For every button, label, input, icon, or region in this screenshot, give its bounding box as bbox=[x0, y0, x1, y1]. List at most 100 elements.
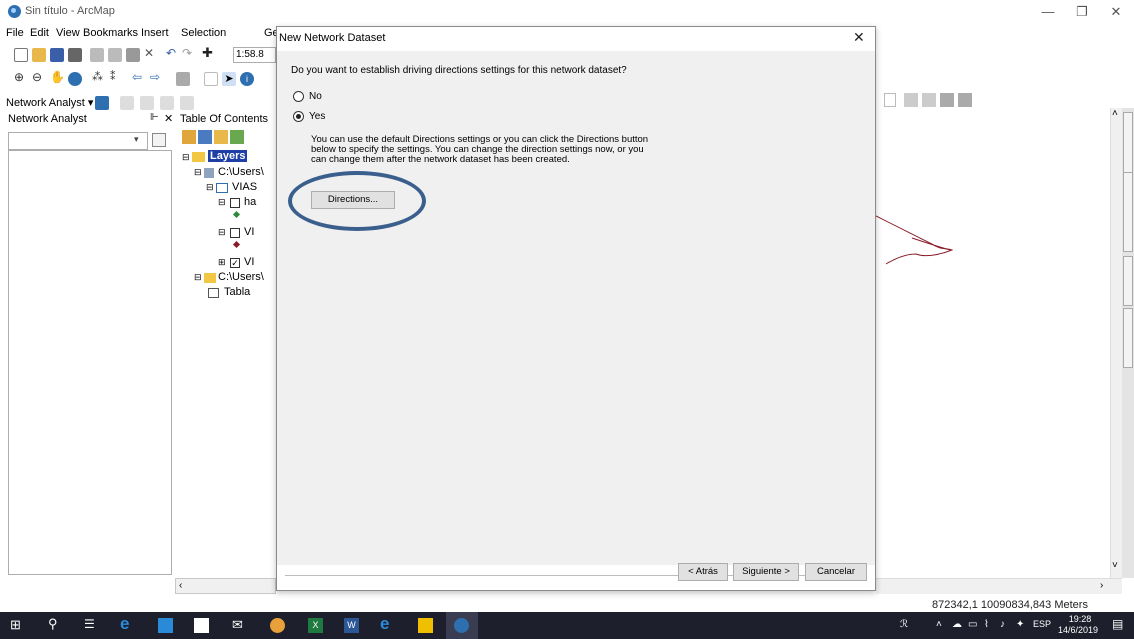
restore-button[interactable]: ❐ bbox=[1070, 2, 1094, 22]
minimize-button[interactable]: — bbox=[1036, 2, 1060, 22]
store-icon[interactable] bbox=[194, 618, 209, 633]
toc-layer-item[interactable]: VI bbox=[244, 256, 254, 268]
map-scale-input[interactable]: 1:58.8 bbox=[233, 47, 276, 63]
identify-icon[interactable]: i bbox=[240, 72, 254, 86]
expand-icon[interactable]: ⊟ bbox=[182, 152, 190, 163]
toc-layer-item[interactable]: ha bbox=[244, 196, 256, 208]
print-icon[interactable] bbox=[68, 48, 82, 62]
menu-file[interactable]: File bbox=[6, 27, 24, 39]
radio-yes-label[interactable]: Yes bbox=[309, 111, 325, 122]
layer-visibility-checkbox[interactable] bbox=[230, 228, 240, 238]
zoom-in-icon[interactable]: ⊕ bbox=[14, 70, 28, 84]
network-analyst-window-icon[interactable] bbox=[95, 96, 109, 110]
dock-tab[interactable] bbox=[1123, 172, 1133, 252]
radio-yes[interactable] bbox=[293, 111, 304, 122]
cancel-button[interactable]: Cancelar bbox=[805, 563, 867, 581]
solve-icon[interactable] bbox=[120, 96, 134, 110]
network-analyst-dropdown[interactable]: Network Analyst ▾ bbox=[6, 96, 93, 109]
fixed-zoom-in-icon[interactable]: ⁂ bbox=[92, 70, 106, 84]
paste-icon[interactable] bbox=[126, 48, 140, 62]
toc-workspace-item[interactable]: C:\Users\ bbox=[218, 166, 264, 178]
expand-icon[interactable]: ⊟ bbox=[194, 167, 202, 178]
layer-visibility-checkbox[interactable] bbox=[230, 198, 240, 208]
toc-vias-item[interactable]: VIAS bbox=[232, 181, 257, 193]
expand-icon[interactable]: ⊟ bbox=[218, 197, 226, 208]
menu-edit[interactable]: Edit bbox=[30, 27, 49, 39]
map-horizontal-scrollbar[interactable]: › bbox=[876, 578, 1122, 594]
layer-visibility-checkbox-checked[interactable]: ✓ bbox=[230, 258, 240, 268]
chevron-down-icon[interactable]: ▾ bbox=[134, 134, 139, 145]
file-explorer-icon[interactable] bbox=[158, 618, 173, 633]
wifi-icon[interactable]: ⌇ bbox=[984, 619, 999, 634]
save-icon[interactable] bbox=[50, 48, 64, 62]
fixed-zoom-out-icon[interactable]: ⁑ bbox=[110, 70, 124, 84]
chevron-up-icon[interactable]: ˄ bbox=[1112, 108, 1118, 119]
horizontal-scrollbar[interactable]: ‹ bbox=[175, 578, 276, 594]
menu-view[interactable]: View bbox=[56, 27, 80, 39]
layout-view-icon[interactable] bbox=[904, 93, 918, 107]
clock-time[interactable]: 19:28 bbox=[1060, 614, 1100, 624]
list-by-visibility-icon[interactable] bbox=[214, 130, 228, 144]
dialog-close-icon[interactable]: ✕ bbox=[853, 29, 865, 46]
battery-icon[interactable]: ▭ bbox=[968, 619, 983, 634]
copy-icon[interactable] bbox=[108, 48, 122, 62]
people-icon[interactable]: ℛ bbox=[900, 619, 915, 634]
chrome-icon[interactable] bbox=[270, 618, 285, 633]
close-window-button[interactable]: ✕ bbox=[1104, 2, 1128, 22]
toc-layer-item[interactable]: VI bbox=[244, 226, 254, 238]
expand-icon[interactable]: ⊟ bbox=[206, 182, 214, 193]
undo-icon[interactable]: ↶ bbox=[166, 46, 180, 60]
map-view[interactable] bbox=[875, 108, 1112, 578]
dock-tab[interactable] bbox=[1123, 308, 1133, 368]
list-by-source-icon[interactable] bbox=[198, 130, 212, 144]
expand-icon[interactable]: ⊟ bbox=[194, 272, 202, 283]
clear-selection-icon[interactable] bbox=[204, 72, 218, 86]
add-data-icon[interactable]: ✚ bbox=[202, 45, 216, 60]
cut-icon[interactable] bbox=[90, 48, 104, 62]
zoom-out-icon[interactable]: ⊖ bbox=[32, 70, 46, 84]
back-button[interactable]: < Atrás bbox=[678, 563, 728, 581]
expand-icon[interactable]: ⊟ bbox=[218, 227, 226, 238]
task-view-icon[interactable]: ☰ bbox=[84, 617, 99, 632]
pan-icon[interactable]: ✋ bbox=[50, 70, 65, 84]
zoom-whole-page-icon[interactable] bbox=[940, 93, 954, 107]
chevron-left-icon[interactable]: ‹ bbox=[179, 580, 182, 591]
menu-selection[interactable]: Selection bbox=[181, 27, 226, 39]
toc-folder-item[interactable]: C:\Users\ bbox=[218, 271, 264, 283]
internet-explorer-icon[interactable]: e bbox=[120, 614, 135, 633]
close-panel-icon[interactable]: ✕ bbox=[164, 112, 173, 125]
next-button[interactable]: Siguiente > bbox=[733, 563, 799, 581]
notifications-icon[interactable]: ▤ bbox=[1112, 617, 1127, 632]
excel-icon[interactable]: X bbox=[308, 618, 323, 633]
edge-icon[interactable]: e bbox=[380, 614, 395, 633]
zoom-100-icon[interactable] bbox=[958, 93, 972, 107]
list-by-drawing-order-icon[interactable] bbox=[182, 130, 196, 144]
mail-icon[interactable]: ✉ bbox=[232, 617, 247, 632]
delete-icon[interactable]: ✕ bbox=[144, 46, 158, 60]
pin-icon[interactable]: ⊩ bbox=[150, 112, 159, 123]
clock-date[interactable]: 14/6/2019 bbox=[1056, 625, 1100, 635]
new-document-icon[interactable] bbox=[14, 48, 28, 62]
chevron-up-icon[interactable]: ˄ bbox=[936, 619, 951, 634]
search-icon[interactable]: ⚲ bbox=[48, 616, 63, 631]
select-elements-icon[interactable]: ➤ bbox=[222, 72, 236, 86]
network-analyst-properties-icon[interactable] bbox=[152, 133, 166, 147]
network-identify-icon[interactable] bbox=[180, 96, 194, 110]
word-icon[interactable]: W bbox=[344, 618, 359, 633]
list-by-selection-icon[interactable] bbox=[230, 130, 244, 144]
dropdown-icon[interactable] bbox=[884, 93, 896, 107]
collapse-icon[interactable]: ⊞ bbox=[218, 257, 226, 268]
forward-extent-icon[interactable]: ⇨ bbox=[150, 70, 164, 84]
network-analysis-layer-combo[interactable] bbox=[8, 132, 148, 150]
volume-icon[interactable]: ♪ bbox=[1000, 619, 1015, 634]
radio-no-label[interactable]: No bbox=[309, 91, 322, 102]
directions-window-icon[interactable] bbox=[160, 96, 174, 110]
app-icon[interactable] bbox=[418, 618, 433, 633]
dropbox-icon[interactable]: ✦ bbox=[1016, 619, 1031, 634]
menu-insert[interactable]: Insert bbox=[141, 27, 169, 39]
radio-no[interactable] bbox=[293, 91, 304, 102]
back-extent-icon[interactable]: ⇦ bbox=[132, 70, 146, 84]
toc-layers-item[interactable]: Layers bbox=[208, 150, 248, 162]
language-indicator[interactable]: ESP bbox=[1033, 619, 1051, 629]
menu-bookmarks[interactable]: Bookmarks bbox=[83, 27, 138, 39]
